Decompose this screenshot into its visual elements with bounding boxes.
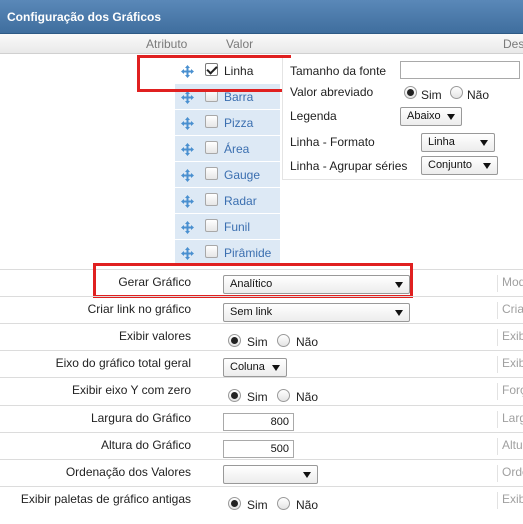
row-show-values: Exibir valores Sim Não Exib xyxy=(0,323,523,350)
order-select[interactable] xyxy=(223,465,318,484)
chart-type-item[interactable]: Radar xyxy=(175,188,280,214)
height-input[interactable]: 500 xyxy=(223,440,294,458)
line-group-select-value: Conjunto xyxy=(428,159,473,171)
window-title: Configuração dos Gráficos xyxy=(0,0,523,34)
chart-type-item[interactable]: Gauge xyxy=(175,162,280,188)
width-desc: Larg xyxy=(497,411,523,428)
row-height: Altura do Gráfico 500 Altu xyxy=(0,432,523,459)
total-axis-select[interactable]: Coluna xyxy=(223,358,287,377)
line-group-select[interactable]: Conjunto xyxy=(421,156,498,175)
chart-type-checkbox[interactable] xyxy=(205,219,218,232)
show-values-no-label: Não xyxy=(296,335,319,349)
font-size-input[interactable] xyxy=(400,61,520,79)
move-icon[interactable] xyxy=(181,221,194,234)
height-label: Altura do Gráfico xyxy=(100,438,191,452)
chart-type-label: Área xyxy=(224,142,250,156)
row-total-axis: Eixo do gráfico total geral Coluna Exib xyxy=(0,350,523,377)
y-zero-desc: Forç xyxy=(497,383,523,400)
column-description: Des xyxy=(503,37,523,51)
chart-type-item[interactable]: Área xyxy=(175,136,280,162)
move-icon[interactable] xyxy=(181,195,194,208)
chart-type-checkbox[interactable] xyxy=(205,167,218,180)
total-axis-select-value: Coluna xyxy=(230,361,265,373)
row-width: Largura do Gráfico 800 Larg xyxy=(0,405,523,432)
chevron-down-icon xyxy=(480,140,488,146)
line-group-label: Linha - Agrupar séries xyxy=(290,159,408,173)
row-old-palettes: Exibir paletas de gráfico antigas Sim Nã… xyxy=(0,486,523,524)
total-axis-label: Eixo do gráfico total geral xyxy=(55,356,191,370)
width-label: Largura do Gráfico xyxy=(90,411,191,425)
row-create-link: Criar link no gráfico Sem link Cria xyxy=(0,296,523,323)
column-value: Valor xyxy=(226,37,254,51)
y-zero-no-radio[interactable] xyxy=(277,389,290,402)
order-desc: Orde xyxy=(497,465,523,482)
show-values-no-radio[interactable] xyxy=(277,334,290,347)
line-format-select[interactable]: Linha xyxy=(421,133,495,152)
show-values-label: Exibir valores xyxy=(118,329,191,343)
old-palettes-desc: Exib xyxy=(497,492,523,509)
chevron-down-icon xyxy=(447,114,455,120)
legend-select-value: Abaixo xyxy=(407,110,441,122)
move-icon[interactable] xyxy=(181,247,194,260)
legend-label: Legenda xyxy=(290,109,337,123)
old-palettes-no-radio[interactable] xyxy=(277,497,290,510)
chart-type-label: Gauge xyxy=(224,168,261,182)
move-icon[interactable] xyxy=(181,169,194,182)
create-link-select[interactable]: Sem link xyxy=(223,303,410,322)
old-palettes-yes-label: Sim xyxy=(247,498,268,512)
height-desc: Altu xyxy=(497,438,523,455)
chart-type-item[interactable]: Funil xyxy=(175,214,280,240)
chevron-down-icon xyxy=(395,310,403,316)
create-link-label: Criar link no gráfico xyxy=(87,302,191,316)
highlight-box-linha xyxy=(137,55,291,92)
chart-type-label: Pizza xyxy=(224,116,254,130)
chart-type-checkbox[interactable] xyxy=(205,141,218,154)
abbreviated-no-radio[interactable] xyxy=(450,86,463,99)
old-palettes-yes-radio[interactable] xyxy=(228,497,241,510)
old-palettes-no-label: Não xyxy=(296,498,319,512)
chevron-down-icon xyxy=(303,472,311,478)
column-attribute: Atributo xyxy=(146,37,188,51)
show-values-desc: Exib xyxy=(497,329,523,346)
chart-type-label: Barra xyxy=(224,90,254,104)
y-zero-label: Exibir eixo Y com zero xyxy=(72,383,191,397)
y-zero-no-label: Não xyxy=(296,390,319,404)
chevron-down-icon xyxy=(483,163,491,169)
move-icon[interactable] xyxy=(181,117,194,130)
chart-type-label: Radar xyxy=(224,194,257,208)
legend-select[interactable]: Abaixo xyxy=(400,107,462,126)
width-input[interactable]: 800 xyxy=(223,413,294,431)
chevron-down-icon xyxy=(272,365,280,371)
move-icon[interactable] xyxy=(181,91,194,104)
chart-type-item[interactable]: Pizza xyxy=(175,110,280,136)
abbreviated-yes-radio[interactable] xyxy=(404,86,417,99)
abbreviated-yes-label: Sim xyxy=(421,88,442,102)
generate-chart-desc: Mod xyxy=(497,275,523,292)
line-format-select-value: Linha xyxy=(428,136,455,148)
y-zero-yes-radio[interactable] xyxy=(228,389,241,402)
abbreviated-no-label: Não xyxy=(467,88,490,102)
total-axis-desc: Exib xyxy=(497,356,523,373)
column-header: Atributo Valor Des xyxy=(0,34,523,54)
move-icon[interactable] xyxy=(181,143,194,156)
font-size-label: Tamanho da fonte xyxy=(290,64,387,78)
chart-type-label: Funil xyxy=(224,220,251,234)
chart-type-label: Pirâmide xyxy=(224,246,272,260)
line-options-panel: Tamanho da fonte Valor abreviado Sim Não… xyxy=(282,58,523,180)
row-order: Ordenação dos Valores Orde xyxy=(0,459,523,486)
highlight-box-generate-chart xyxy=(93,263,413,298)
create-link-select-value: Sem link xyxy=(230,306,273,318)
old-palettes-label: Exibir paletas de gráfico antigas xyxy=(20,492,191,506)
show-values-yes-radio[interactable] xyxy=(228,334,241,347)
chart-type-checkbox[interactable] xyxy=(205,245,218,258)
create-link-desc: Cria xyxy=(497,302,523,319)
abbreviated-label: Valor abreviado xyxy=(290,85,374,99)
y-zero-yes-label: Sim xyxy=(247,390,268,404)
chart-type-checkbox[interactable] xyxy=(205,115,218,128)
line-format-label: Linha - Formato xyxy=(290,135,375,149)
order-label: Ordenação dos Valores xyxy=(65,465,191,479)
row-y-zero: Exibir eixo Y com zero Sim Não Forç xyxy=(0,377,523,404)
show-values-yes-label: Sim xyxy=(247,335,268,349)
chart-type-checkbox[interactable] xyxy=(205,193,218,206)
